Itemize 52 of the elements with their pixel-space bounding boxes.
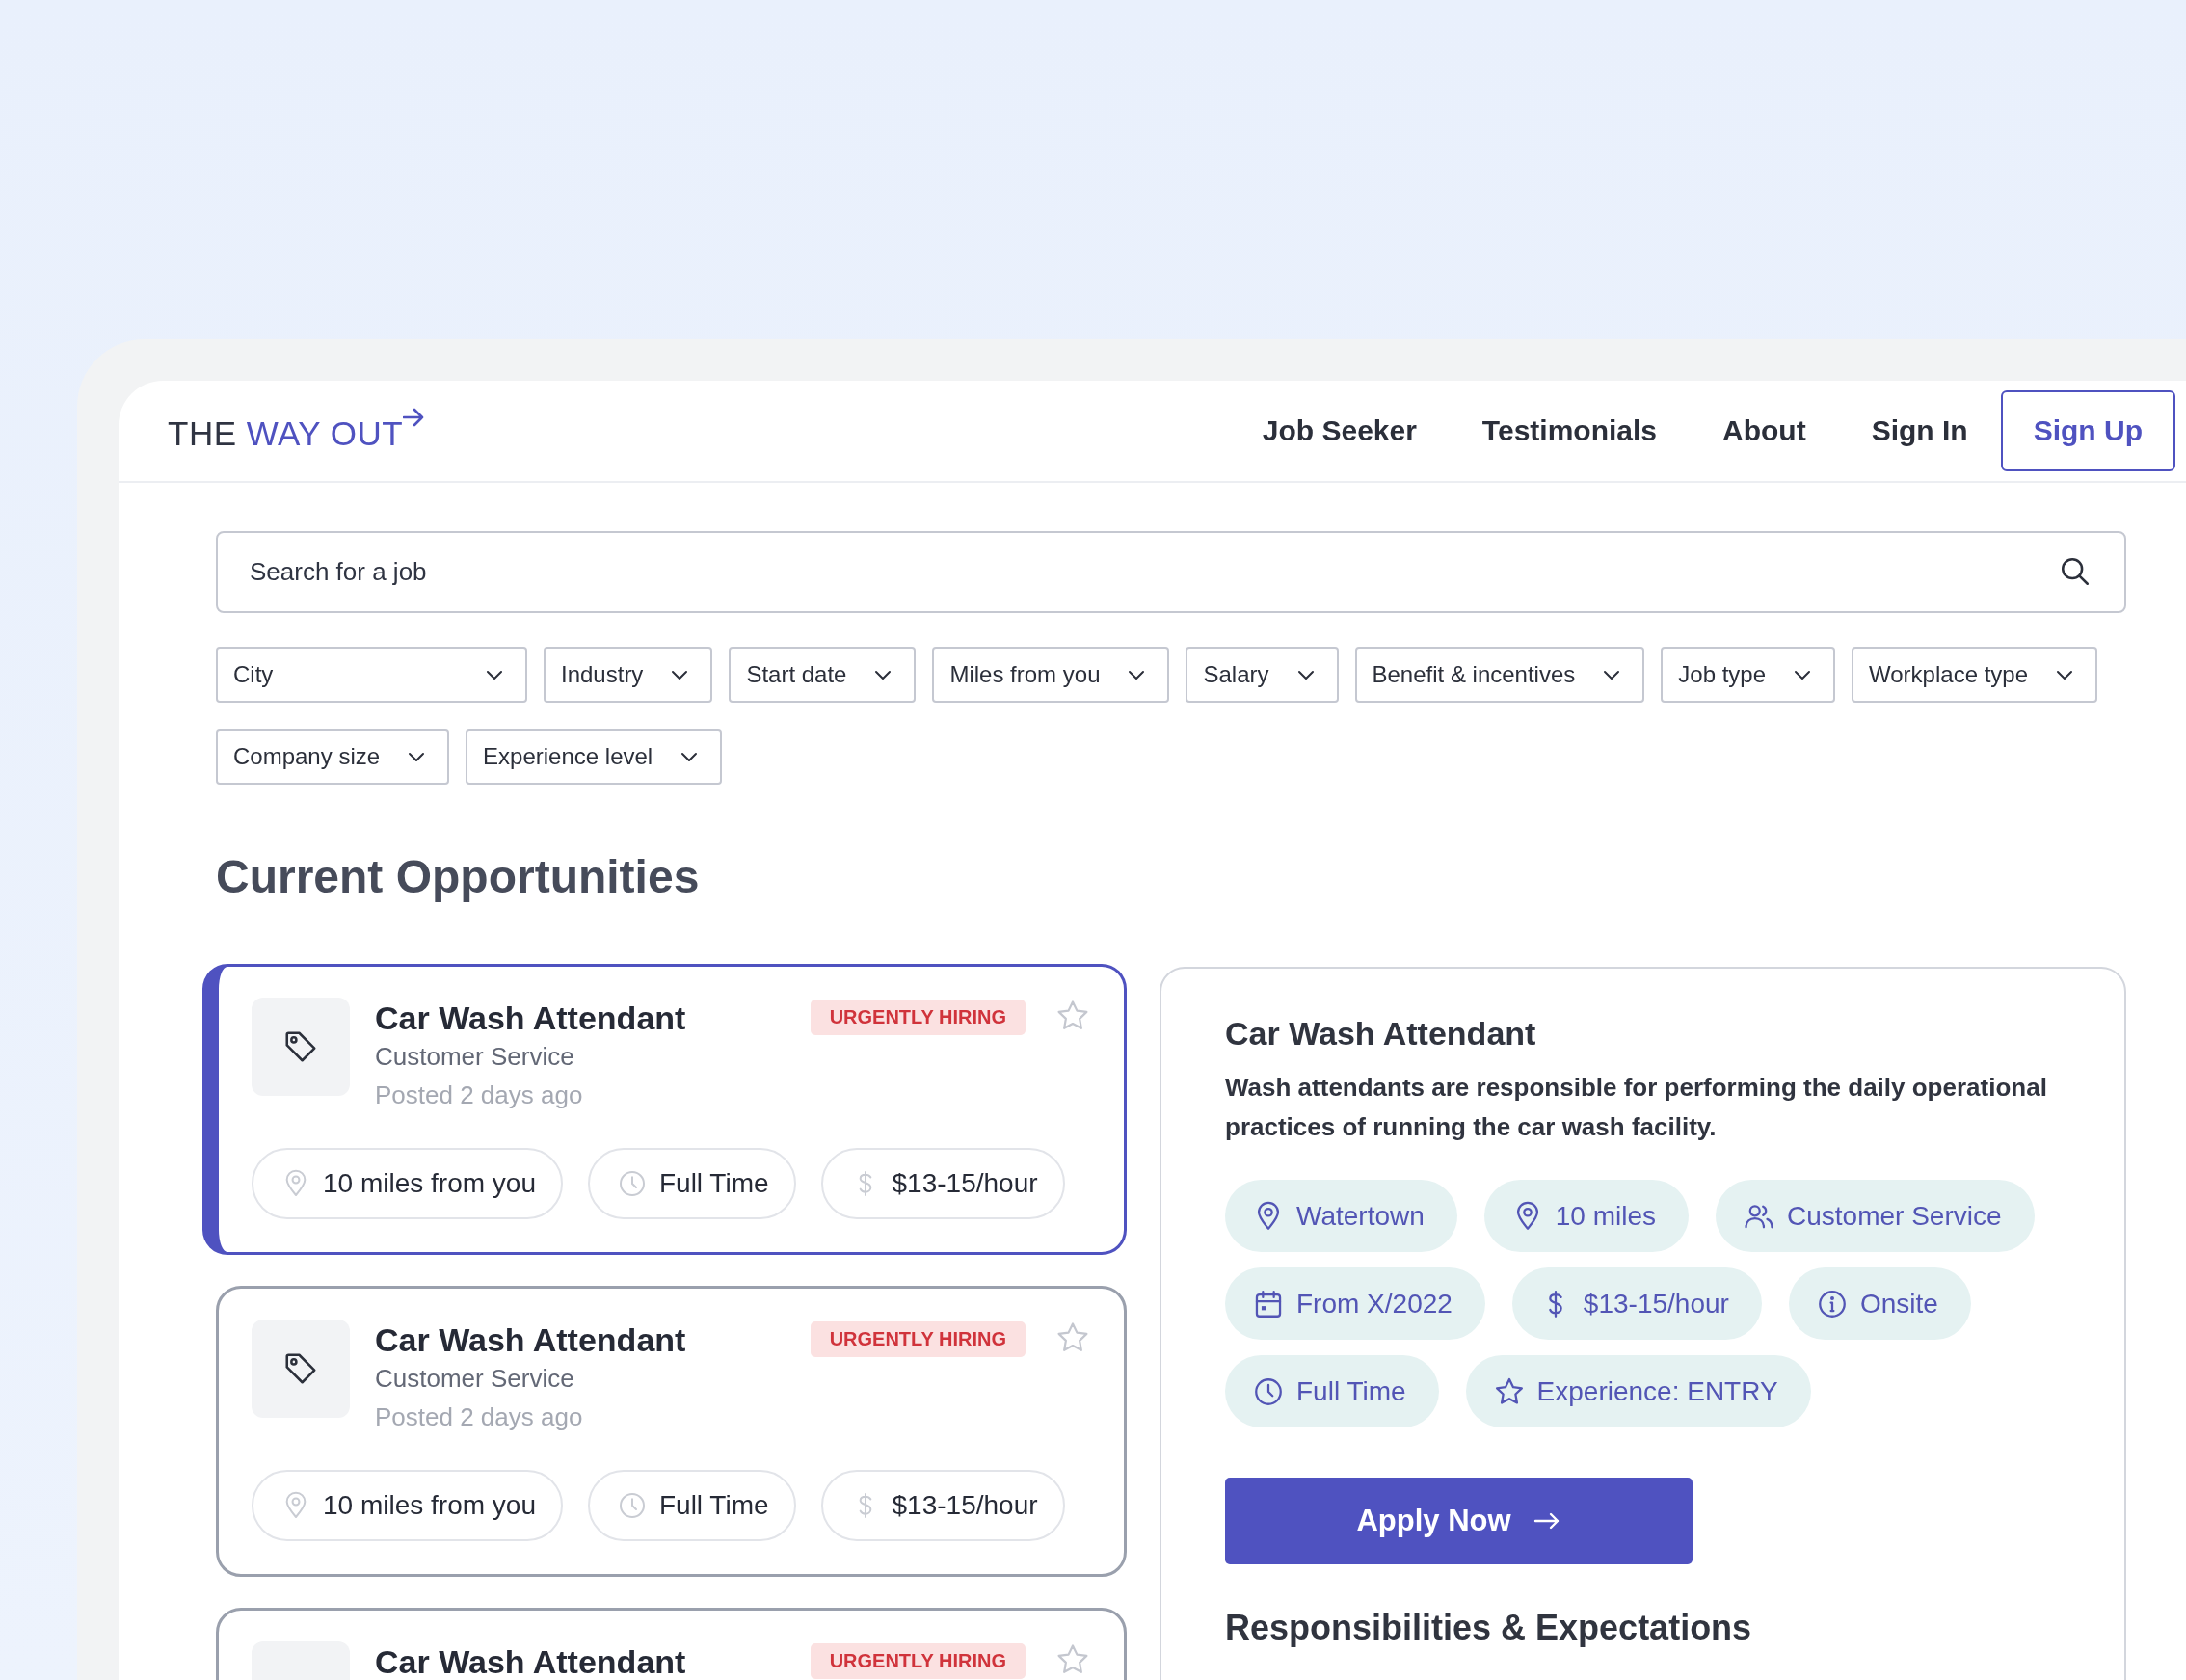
urgent-badge: URGENTLY HIRING	[810, 1000, 1026, 1035]
filter-dropdown[interactable]: Salary	[1186, 647, 1339, 703]
filter-dropdown[interactable]: Company size	[216, 729, 450, 785]
section-heading: Responsibilities & Expectations	[1225, 1607, 1753, 1649]
job-detail-label: $13-15/hour	[892, 1168, 1038, 1199]
sign-up-button[interactable]: Sign Up	[2000, 390, 2175, 471]
job-detail-label: Full Time	[658, 1490, 769, 1521]
job-title: Car Wash Attendant	[375, 999, 687, 1038]
nav-link[interactable]: Testimonials	[1481, 414, 1658, 447]
search-icon	[2059, 555, 2092, 588]
filter-dropdown[interactable]: Workplace type	[1852, 647, 2097, 703]
job-card[interactable]: Car Wash Attendant Customer Service Posted 2 days ago URGENTLY HIRING 10 miles from you Full Time $13-15/hour	[202, 964, 1127, 1255]
job-attribute-tag: Watertown	[1225, 1180, 1457, 1252]
job-title: Car Wash Attendant	[375, 1320, 687, 1360]
job-attribute-tag: $13-15/hour	[1511, 1267, 1762, 1340]
urgent-badge: URGENTLY HIRING	[810, 1643, 1026, 1679]
apply-now-button[interactable]: Apply Now	[1225, 1478, 1693, 1564]
job-attribute-tag: Customer Service	[1716, 1180, 2035, 1252]
job-title: Car Wash Attendant	[1225, 1015, 1537, 1053]
job-detail-label: 10 miles from you	[323, 1490, 536, 1521]
job-attribute-tag: Experience: ENTRY	[1465, 1355, 1811, 1427]
job-detail-label: 10 miles from you	[323, 1168, 536, 1199]
job-title: Car Wash Attendant	[375, 1642, 687, 1680]
filter-dropdown[interactable]: Job type	[1661, 647, 1836, 703]
tag-icon	[282, 1028, 319, 1065]
job-attribute-tag: Full Time	[1225, 1355, 1439, 1427]
nav-link[interactable]: Sign In	[1871, 414, 1968, 447]
job-attribute-tag: Onsite	[1788, 1267, 1971, 1340]
job-attribute-tag: From X/2022	[1225, 1267, 1485, 1340]
job-category: Customer Service	[375, 1041, 575, 1073]
logo-text[interactable]: THE WAY OUT	[168, 409, 404, 453]
job-card[interactable]: Car Wash Attendant Customer Service Posted 2 days ago URGENTLY HIRING 10 miles from you Full Time $13-15/hour	[216, 1286, 1127, 1577]
job-description: Wash attendants are responsible for performing the daily operational practices of running the car wash facility.	[1225, 1072, 2048, 1143]
job-detail-label: $13-15/hour	[892, 1490, 1038, 1521]
nav-link[interactable]: Job Seeker	[1262, 414, 1417, 447]
nav-link[interactable]: About	[1722, 414, 1806, 447]
filter-dropdown[interactable]: Miles from you	[932, 647, 1170, 703]
filter-dropdown[interactable]: Experience level	[466, 729, 723, 785]
search-field[interactable]: Search for a job	[216, 531, 2126, 613]
job-detail-label: Full Time	[658, 1168, 769, 1199]
job-category: Customer Service	[375, 1363, 575, 1395]
filter-dropdown[interactable]: Benefit & incentives	[1354, 647, 1645, 703]
filter-dropdown[interactable]: Industry	[544, 647, 713, 703]
posted-date: Posted 2 days ago	[375, 1080, 584, 1111]
posted-date: Posted 2 days ago	[375, 1401, 584, 1433]
job-card[interactable]: Car Wash Attendant URGENTLY HIRING	[216, 1608, 1127, 1680]
job-attribute-tag: 10 miles	[1483, 1180, 1690, 1252]
filter-dropdown[interactable]: Start date	[729, 647, 917, 703]
urgent-badge: URGENTLY HIRING	[810, 1321, 1026, 1357]
filter-dropdown[interactable]: City	[216, 647, 527, 703]
tag-icon	[282, 1350, 319, 1387]
section-heading: Current Opportunities	[216, 850, 701, 904]
